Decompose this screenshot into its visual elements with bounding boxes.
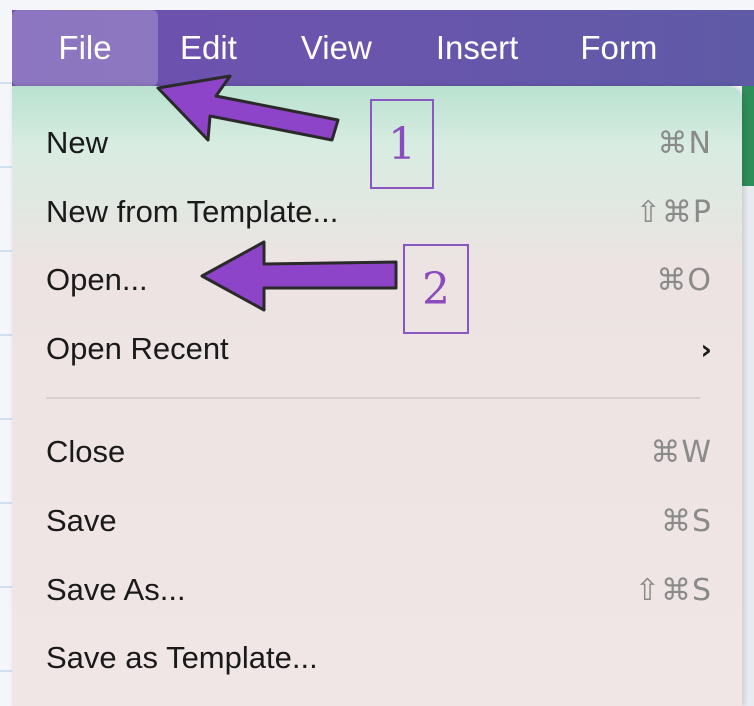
menu-item-shortcut: ⌘W bbox=[650, 434, 712, 470]
menu-item-label: Save As... bbox=[46, 572, 186, 607]
menubar-insert[interactable]: Insert bbox=[436, 10, 519, 86]
menu-item-label: Open... bbox=[46, 262, 148, 297]
menu-item-label: Close bbox=[46, 434, 126, 469]
menu-item-shortcut: ⌘O bbox=[656, 262, 712, 298]
menu-item-label: Save as Template... bbox=[46, 640, 318, 675]
menu-item-open-recent[interactable]: Open Recent › bbox=[12, 319, 712, 379]
menubar-file[interactable]: File bbox=[12, 10, 158, 86]
menubar-format[interactable]: Form bbox=[580, 10, 657, 86]
menu-item-label: New from Template... bbox=[46, 194, 339, 229]
menu-item-save-as[interactable]: Save As... ⇧⌘S bbox=[12, 560, 712, 620]
annotation-callout-2: 2 bbox=[403, 244, 469, 334]
menu-item-shortcut: ⌘S bbox=[660, 503, 712, 539]
background-window-edge bbox=[742, 86, 754, 706]
annotation-arrow-1-icon bbox=[156, 74, 340, 142]
menu-item-new[interactable]: New ⌘N bbox=[12, 113, 712, 173]
menu-item-save[interactable]: Save ⌘S bbox=[12, 491, 712, 551]
annotation-callout-1: 1 bbox=[370, 99, 434, 189]
menu-item-save-as-template[interactable]: Save as Template... bbox=[12, 628, 712, 688]
menu-separator bbox=[46, 397, 700, 399]
menu-item-shortcut: ⇧⌘S bbox=[634, 572, 712, 608]
menu-item-shortcut: ⌘N bbox=[657, 125, 712, 161]
annotation-arrow-2-icon bbox=[200, 240, 398, 312]
chevron-right-icon: › bbox=[700, 332, 712, 366]
menu-item-new-from-template[interactable]: New from Template... ⇧⌘P bbox=[12, 182, 712, 242]
menu-item-label: Open Recent bbox=[46, 331, 229, 366]
menu-item-label: New bbox=[46, 125, 109, 160]
menu-item-shortcut: ⇧⌘P bbox=[635, 194, 712, 230]
menu-bar: File Edit View Insert Form bbox=[12, 10, 754, 86]
menu-item-label: Save bbox=[46, 503, 117, 538]
menu-item-close[interactable]: Close ⌘W bbox=[12, 422, 712, 482]
